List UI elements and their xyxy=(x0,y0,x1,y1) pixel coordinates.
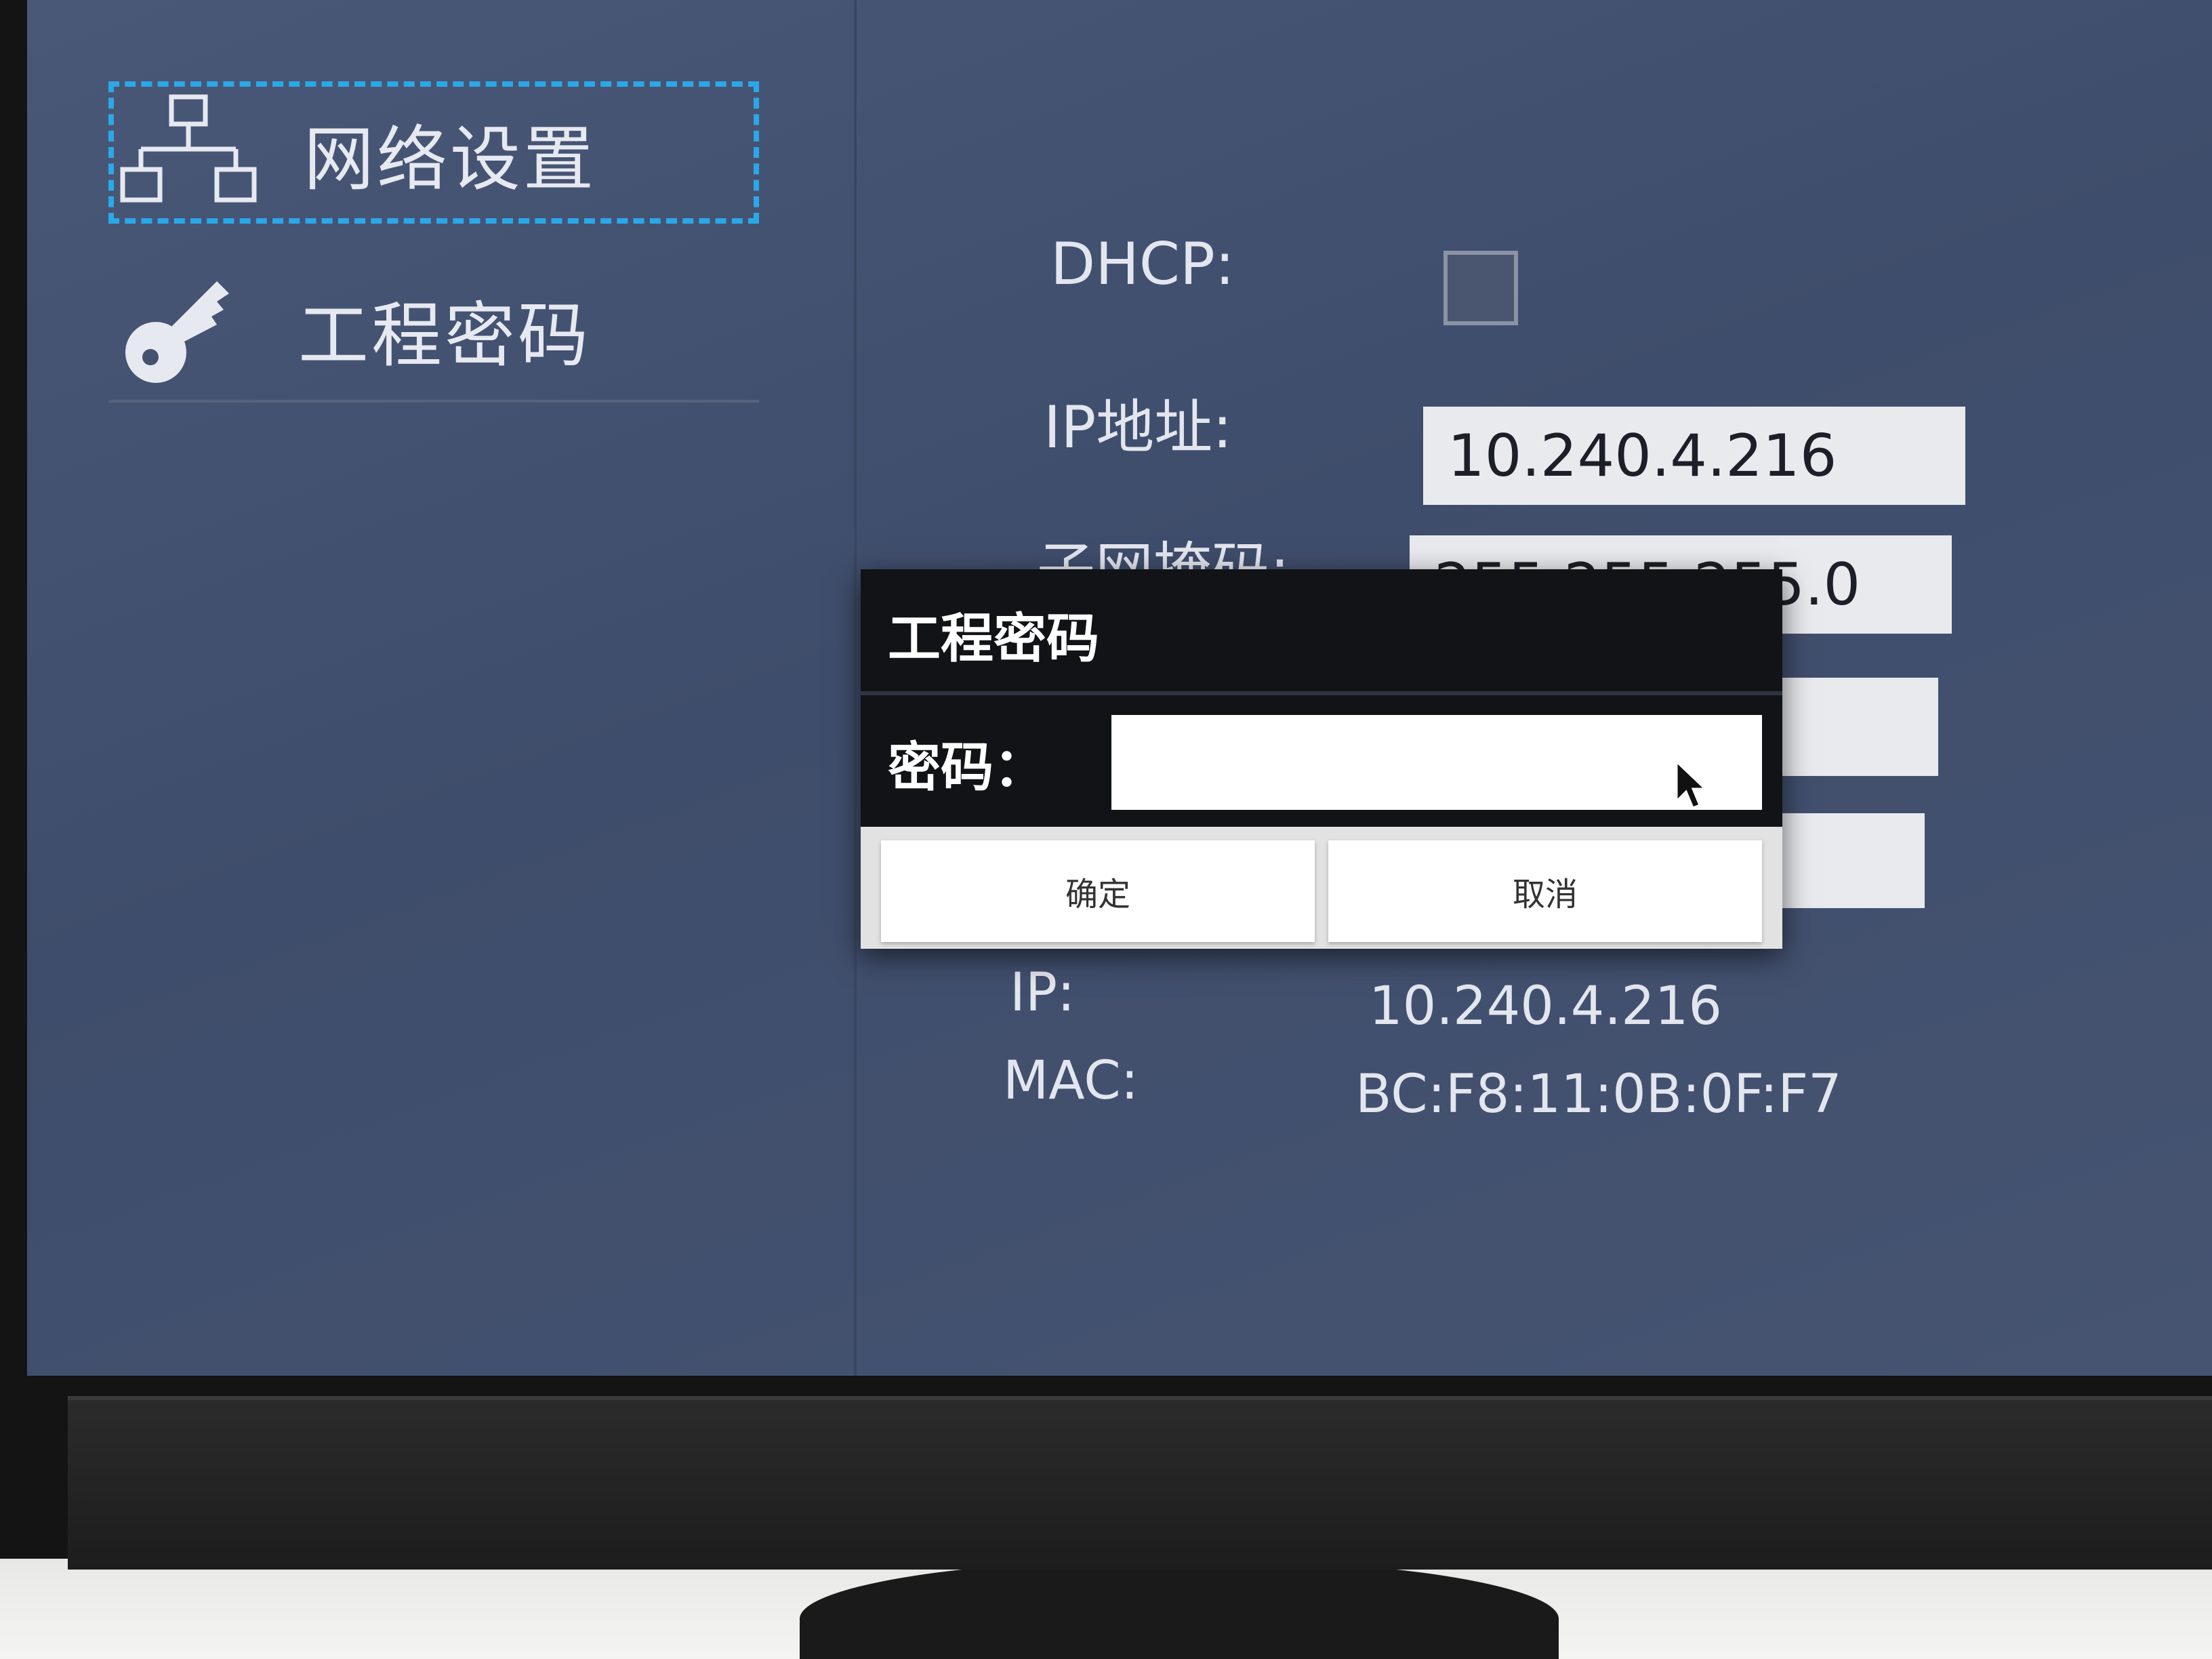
mouse-cursor-icon xyxy=(1674,759,1708,816)
cancel-button[interactable]: 取消 xyxy=(1328,840,1762,942)
sidebar: 网络设置 工程密码 xyxy=(27,0,857,1376)
key-icon xyxy=(108,268,258,390)
info-mac-value: BC:F8:11:0B:0F:F7 xyxy=(1355,1064,1842,1125)
password-input[interactable] xyxy=(1111,715,1762,810)
confirm-button[interactable]: 确定 xyxy=(881,840,1315,942)
info-ip-value: 10.240.4.216 xyxy=(1369,976,1723,1037)
password-label: 密码： xyxy=(888,737,1047,798)
project-password-dialog: 工程密码 密码： 确定 取消 xyxy=(861,569,1782,949)
info-ip-label: IP: xyxy=(1010,962,1076,1023)
info-mac-label: MAC: xyxy=(1003,1050,1139,1111)
sidebar-item-label: 工程密码 xyxy=(298,293,592,377)
sidebar-item-network-settings[interactable]: 网络设置 xyxy=(108,81,759,224)
monitor-chin xyxy=(68,1396,2212,1570)
ip-address-label: IP地址: xyxy=(1044,394,1233,462)
dialog-divider xyxy=(861,691,1782,695)
dhcp-checkbox[interactable] xyxy=(1443,251,1518,325)
dialog-title: 工程密码 xyxy=(888,609,1100,670)
sidebar-item-project-password[interactable]: 工程密码 xyxy=(108,258,759,403)
dialog-button-bar: 确定 取消 xyxy=(861,827,1782,949)
network-icon xyxy=(114,91,263,213)
ip-address-field[interactable]: 10.240.4.216 xyxy=(1423,407,1965,505)
dhcp-label: DHCP: xyxy=(1050,230,1235,298)
sidebar-item-label: 网络设置 xyxy=(304,117,597,201)
screen: 网络设置 工程密码 DHCP: IP地址: 10.240.4.216 子网掩码:… xyxy=(27,0,2212,1376)
